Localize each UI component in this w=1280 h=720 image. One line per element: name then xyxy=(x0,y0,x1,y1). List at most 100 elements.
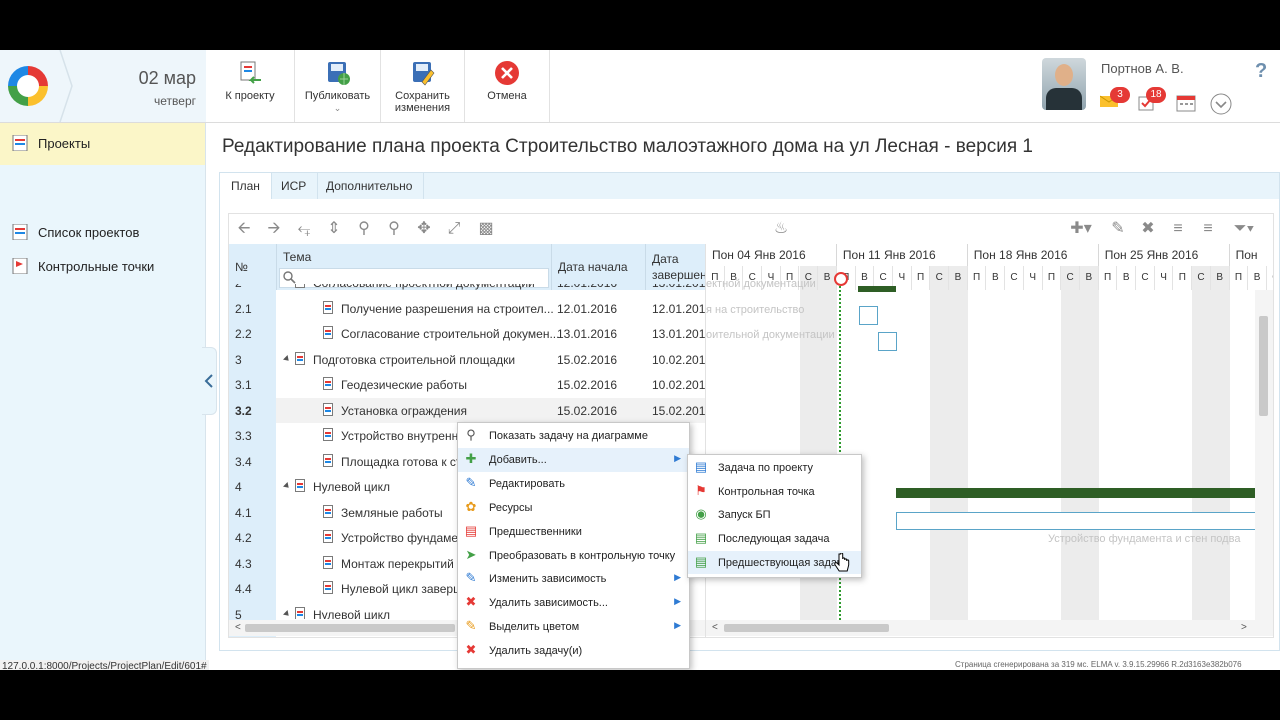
task-name[interactable]: Нулевой цикл xyxy=(313,480,390,494)
task-start-date[interactable]: 15.02.2016 xyxy=(557,404,617,418)
redo-arrow-icon[interactable]: 🡪 xyxy=(265,220,283,238)
zoom-in-icon[interactable]: ⚲ xyxy=(385,220,403,238)
task-end-date[interactable]: 10.02.201 xyxy=(652,353,705,367)
day-letter: С xyxy=(1192,266,1211,290)
task-bar[interactable] xyxy=(878,332,897,351)
menu-item[interactable]: ▤ Предшественники xyxy=(458,520,689,544)
cancel-button[interactable]: Отмена xyxy=(465,50,550,122)
task-bar[interactable] xyxy=(896,512,1258,530)
chart-bar-icon[interactable]: ▩ xyxy=(477,220,495,238)
task-end-date[interactable]: 10.02.201 xyxy=(652,378,705,392)
task-name[interactable]: Геодезические работы xyxy=(341,378,467,392)
elma-logo[interactable] xyxy=(8,66,48,106)
menu-item[interactable]: ⚑ Контрольная точка xyxy=(688,480,861,504)
grid-scrollbar-thumb[interactable] xyxy=(245,624,455,632)
task-name[interactable]: Земляные работы xyxy=(341,506,443,520)
sidebar-item-milestones[interactable]: Контрольные точки xyxy=(0,249,205,283)
chart-vscroll-thumb[interactable] xyxy=(1259,316,1268,416)
task-bar[interactable] xyxy=(859,306,878,325)
task-start-date[interactable]: 12.01.2016 xyxy=(557,284,617,290)
add-dropdown-icon[interactable]: ✚▾ xyxy=(1067,220,1095,238)
help-icon[interactable]: ? xyxy=(1255,60,1267,83)
summary-bar[interactable] xyxy=(858,286,896,292)
menu-item[interactable]: ⚲ Показать задачу на диаграмме xyxy=(458,424,689,448)
task-start-date[interactable]: 15.02.2016 xyxy=(557,378,617,392)
menu-item[interactable]: ▤ Последующая задача xyxy=(688,527,861,551)
task-start-date[interactable]: 15.02.2016 xyxy=(557,353,617,367)
menu-item[interactable]: ✎ Редактировать xyxy=(458,472,689,496)
task-name[interactable]: Площадка готова к стро xyxy=(341,455,475,469)
fit-to-screen-icon[interactable]: ⤢ xyxy=(445,220,463,238)
menu-item[interactable]: ✖ Удалить задачу(и) xyxy=(458,639,689,663)
tab-wbs[interactable]: ИСР xyxy=(270,173,319,199)
tasks-badge[interactable]: 18 xyxy=(1146,87,1166,103)
task-end-date[interactable]: 13.01.201 xyxy=(652,327,705,341)
publish-dropdown-arrow[interactable]: ⌄ xyxy=(295,102,380,114)
save-changes-button[interactable]: Сохранить изменения xyxy=(381,50,465,122)
expand-toggle-icon[interactable] xyxy=(283,354,291,363)
task-end-date[interactable]: 12.01.201 xyxy=(652,302,705,316)
menu-item[interactable]: ✖ Удалить зависимость... ▶ xyxy=(458,591,689,615)
expand-toggle-icon[interactable] xyxy=(283,609,291,618)
indent-icon[interactable]: ≡ xyxy=(1199,220,1217,238)
menu-item[interactable]: ✎ Изменить зависимость ▶ xyxy=(458,567,689,591)
table-row[interactable]: 3.2 Установка ограждения 15.02.2016 15.02.2… xyxy=(229,397,705,423)
move-icon[interactable]: ✥ xyxy=(415,220,433,238)
task-name[interactable]: Нулевой цикл xyxy=(313,608,390,620)
task-name[interactable]: Монтаж перекрытий xyxy=(341,557,454,571)
task-start-date[interactable]: 13.01.2016 xyxy=(557,327,617,341)
task-name[interactable]: Установка ограждения xyxy=(341,404,467,418)
menu-item[interactable]: ➤ Преобразовать в контрольную точку xyxy=(458,544,689,568)
delete-x-icon[interactable]: ✖ xyxy=(1139,220,1157,238)
outdent-icon[interactable]: ≡ xyxy=(1169,220,1187,238)
publish-button[interactable]: Публиковать ⌄ xyxy=(295,50,381,122)
sidebar-item-projects[interactable]: Проекты xyxy=(0,123,205,165)
filter-dropdown-icon[interactable]: ⏷▾ xyxy=(1227,220,1261,238)
chart-scrollbar-thumb[interactable] xyxy=(724,624,889,632)
tab-plan[interactable]: План xyxy=(220,173,272,199)
menu-item[interactable]: ▤ Задача по проекту xyxy=(688,456,861,480)
tab-additional[interactable]: Дополнительно xyxy=(315,173,425,199)
task-name[interactable]: Нулевой цикл завершен xyxy=(341,582,476,596)
task-end-date[interactable]: 15.02.201 xyxy=(652,404,705,418)
table-row[interactable]: 3 Подготовка строительной площадки 15.02.2… xyxy=(229,347,705,373)
expand-toggle-icon[interactable] xyxy=(283,482,291,490)
chart-vertical-scrollbar[interactable] xyxy=(1255,290,1273,620)
expand-toggle-icon[interactable] xyxy=(283,284,291,286)
task-name[interactable]: Получение разрешения на строител... xyxy=(341,302,554,316)
scroll-left-icon[interactable]: < xyxy=(235,622,241,633)
sidebar-collapse-toggle[interactable] xyxy=(202,347,217,415)
menu-item[interactable]: ✎ Выделить цветом ▶ xyxy=(458,615,689,639)
table-row[interactable]: 2 Согласование проектной документации 12.0… xyxy=(229,284,705,296)
zoom-out-icon[interactable]: ⚲ xyxy=(355,220,373,238)
task-start-date[interactable]: 12.01.2016 xyxy=(557,302,617,316)
table-row[interactable]: 2.1 Получение разрешения на строител... 12… xyxy=(229,296,705,322)
edit-pencil-icon[interactable]: ✎ xyxy=(1109,220,1127,238)
back-to-project-button[interactable]: К проекту xyxy=(206,50,295,122)
table-row[interactable]: 3.1 Геодезические работы 15.02.2016 10.02.2… xyxy=(229,372,705,398)
critical-path-fire-icon[interactable]: ♨ xyxy=(772,220,790,238)
task-name[interactable]: Устройство внутренних xyxy=(341,429,471,443)
task-name[interactable]: Согласование проектной документации xyxy=(313,284,535,290)
summary-bar[interactable] xyxy=(896,488,1256,498)
scroll-left-icon[interactable]: < xyxy=(712,622,718,633)
table-row[interactable]: 2.2 Согласование строительной докумен... 1… xyxy=(229,321,705,347)
sidebar-item-project-list[interactable]: Список проектов xyxy=(0,215,205,249)
scroll-right-icon[interactable]: > xyxy=(1241,622,1247,633)
menu-item[interactable]: ✿ Ресурсы xyxy=(458,496,689,520)
calendar-icon[interactable] xyxy=(1176,94,1196,112)
task-name[interactable]: Согласование строительной докумен... xyxy=(341,327,559,341)
task-icon xyxy=(323,555,333,569)
task-name[interactable]: Подготовка строительной площадки xyxy=(313,353,515,367)
chevron-down-circle-icon[interactable] xyxy=(1210,93,1232,115)
undo-arrow-icon[interactable]: 🡨 xyxy=(235,220,253,238)
messages-badge[interactable]: 3 xyxy=(1110,87,1130,103)
chart-horizontal-scrollbar[interactable]: < > xyxy=(706,620,1273,636)
menu-item[interactable]: ✚ Добавить... ▶ xyxy=(458,447,689,472)
user-avatar[interactable] xyxy=(1042,58,1086,110)
collapse-all-icon[interactable]: ⥆ xyxy=(295,220,313,238)
user-name[interactable]: Портнов А. В. xyxy=(1101,61,1184,76)
task-end-date[interactable]: 13.01.2016 xyxy=(652,284,705,290)
expand-all-icon[interactable]: ⇕ xyxy=(325,220,343,238)
menu-item[interactable]: ◉ Запуск БП xyxy=(688,503,861,527)
